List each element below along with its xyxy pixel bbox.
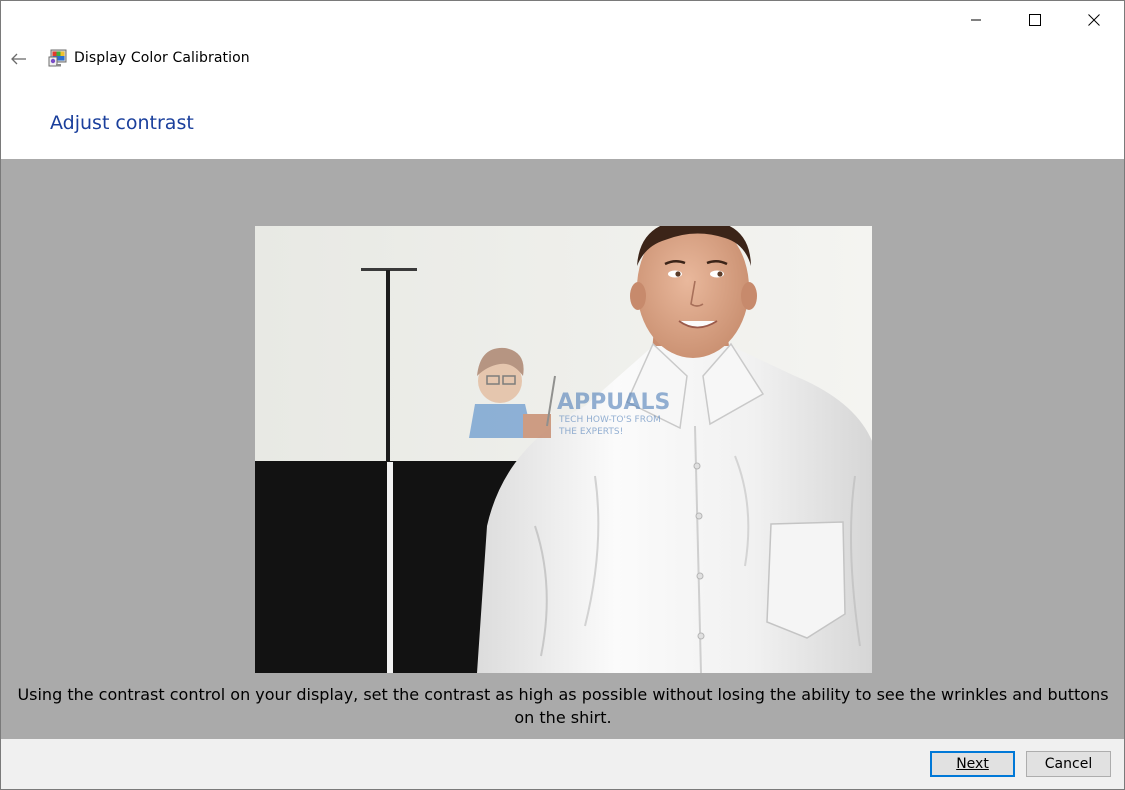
content-area: APPUALS TECH HOW-TO'S FROM THE EXPERTS! …: [1, 159, 1124, 739]
maximize-icon: [1029, 14, 1041, 26]
minimize-button[interactable]: [947, 1, 1005, 39]
navigation-row: Display Color Calibration: [1, 39, 1124, 79]
calibration-window: Display Color Calibration Adjust contras…: [0, 0, 1125, 790]
watermark-subtitle-2: THE EXPERTS!: [558, 427, 623, 437]
maximize-button[interactable]: [1006, 1, 1064, 39]
back-arrow-icon: [11, 53, 26, 65]
man-in-white-shirt-image: APPUALS TECH HOW-TO'S FROM THE EXPERTS!: [255, 226, 872, 673]
back-button[interactable]: [6, 46, 32, 72]
title-bar: [1, 1, 1124, 39]
next-button-label: Next: [956, 756, 989, 772]
cancel-button-label: Cancel: [1044, 756, 1093, 772]
page-heading: Adjust contrast: [50, 112, 194, 134]
display-color-calibration-icon: [48, 49, 67, 67]
cancel-button[interactable]: Cancel: [1026, 751, 1111, 777]
close-icon: [1088, 14, 1100, 26]
next-button[interactable]: Next: [930, 751, 1015, 777]
instruction-text: Using the contrast control on your displ…: [17, 685, 1109, 727]
watermark-title: APPUALS: [557, 390, 670, 415]
footer-bar: Next Cancel: [1, 739, 1124, 789]
contrast-sample-photo: APPUALS TECH HOW-TO'S FROM THE EXPERTS!: [255, 226, 872, 673]
window-title: Display Color Calibration: [74, 50, 250, 66]
close-button[interactable]: [1065, 1, 1123, 39]
watermark-subtitle-1: TECH HOW-TO'S FROM: [558, 415, 661, 425]
minimize-icon: [971, 19, 981, 21]
